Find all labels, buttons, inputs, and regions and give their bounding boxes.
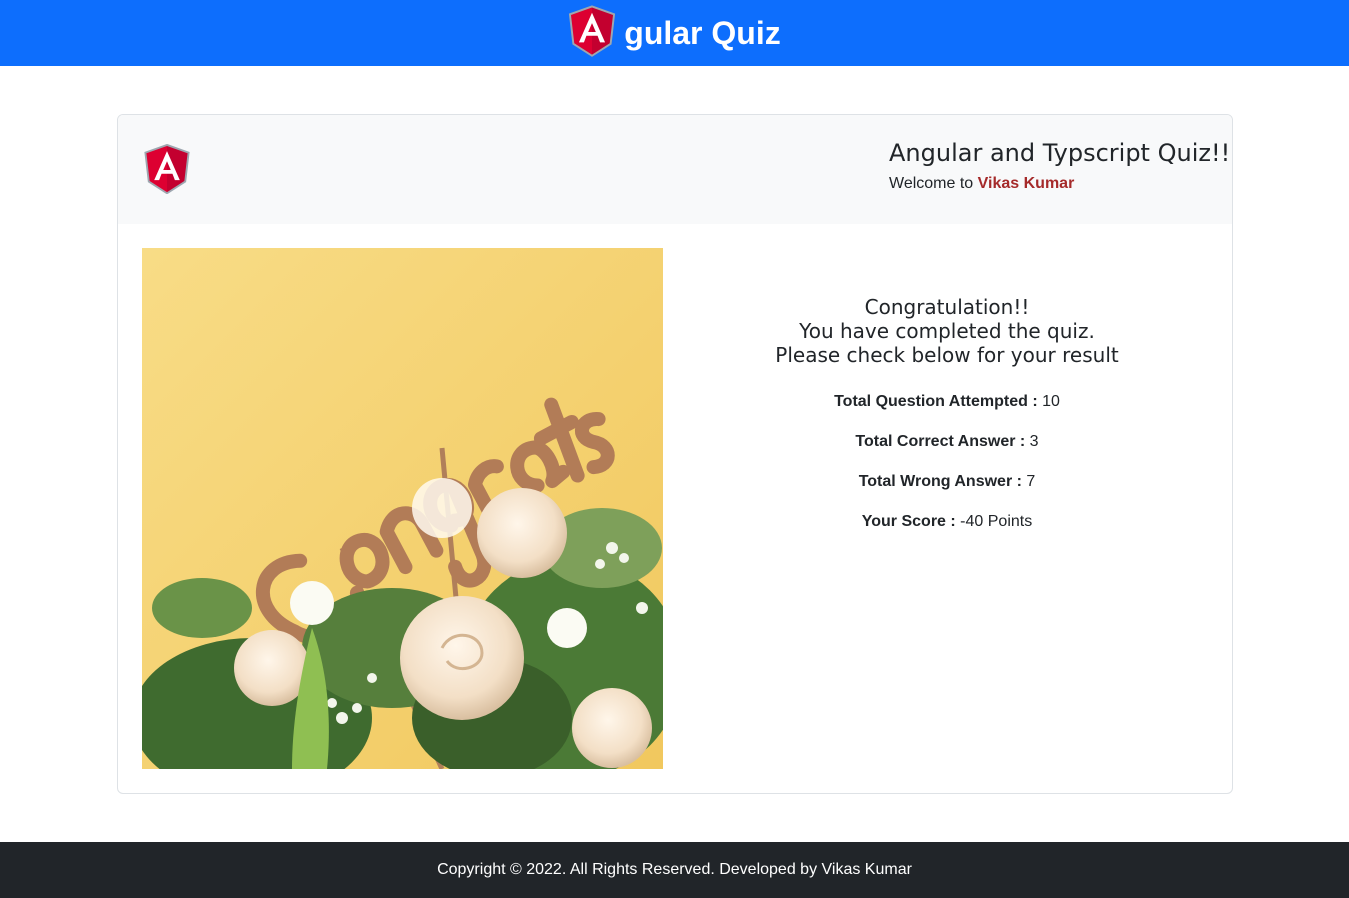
quiz-result-card: Angular and Typscript Quiz!! Welcome to … bbox=[117, 114, 1233, 794]
welcome-prefix: Welcome to bbox=[889, 175, 974, 192]
check-result-message: Please check below for your result bbox=[775, 343, 1119, 367]
page-footer: Copyright © 2022. All Rights Reserved. D… bbox=[0, 842, 1349, 898]
congrats-heading: Congratulation!! bbox=[864, 295, 1030, 319]
stat-questions-attempted: Total Question Attempted : 10 bbox=[697, 391, 1197, 413]
stat-value: 7 bbox=[1026, 473, 1036, 490]
stat-label: Total Correct Answer : bbox=[855, 433, 1026, 450]
top-navbar: gular Quiz bbox=[0, 0, 1349, 66]
card-header: Angular and Typscript Quiz!! Welcome to … bbox=[118, 115, 1232, 224]
brand-link[interactable]: gular Quiz bbox=[568, 5, 781, 61]
header-text: Angular and Typscript Quiz!! Welcome to … bbox=[889, 139, 1230, 193]
stat-correct-answers: Total Correct Answer : 3 bbox=[697, 431, 1197, 453]
copyright-text: Copyright © 2022. All Rights Reserved. D… bbox=[437, 861, 912, 878]
stat-label: Total Wrong Answer : bbox=[858, 473, 1022, 490]
brand-title: gular Quiz bbox=[624, 14, 781, 51]
completed-message: You have completed the quiz. bbox=[799, 319, 1095, 343]
angular-logo-icon bbox=[143, 143, 191, 198]
stat-label: Total Question Attempted : bbox=[834, 393, 1038, 410]
stat-score: Your Score : -40 Points bbox=[697, 511, 1197, 533]
stat-value: 3 bbox=[1029, 433, 1039, 450]
stat-wrong-answers: Total Wrong Answer : 7 bbox=[697, 471, 1197, 493]
result-stats: Total Question Attempted : 10 Total Corr… bbox=[697, 391, 1197, 533]
welcome-message: Welcome to Vikas Kumar bbox=[889, 175, 1230, 193]
stat-label: Your Score : bbox=[861, 513, 956, 530]
angular-logo-icon bbox=[568, 5, 616, 61]
quiz-result-summary: Congratulation!! You have completed the … bbox=[697, 295, 1197, 533]
user-name: Vikas Kumar bbox=[977, 175, 1075, 192]
stat-value: -40 Points bbox=[960, 513, 1033, 530]
congrats-flowers-image bbox=[142, 248, 663, 769]
stat-value: 10 bbox=[1042, 393, 1060, 410]
quiz-title: Angular and Typscript Quiz!! bbox=[889, 139, 1231, 167]
